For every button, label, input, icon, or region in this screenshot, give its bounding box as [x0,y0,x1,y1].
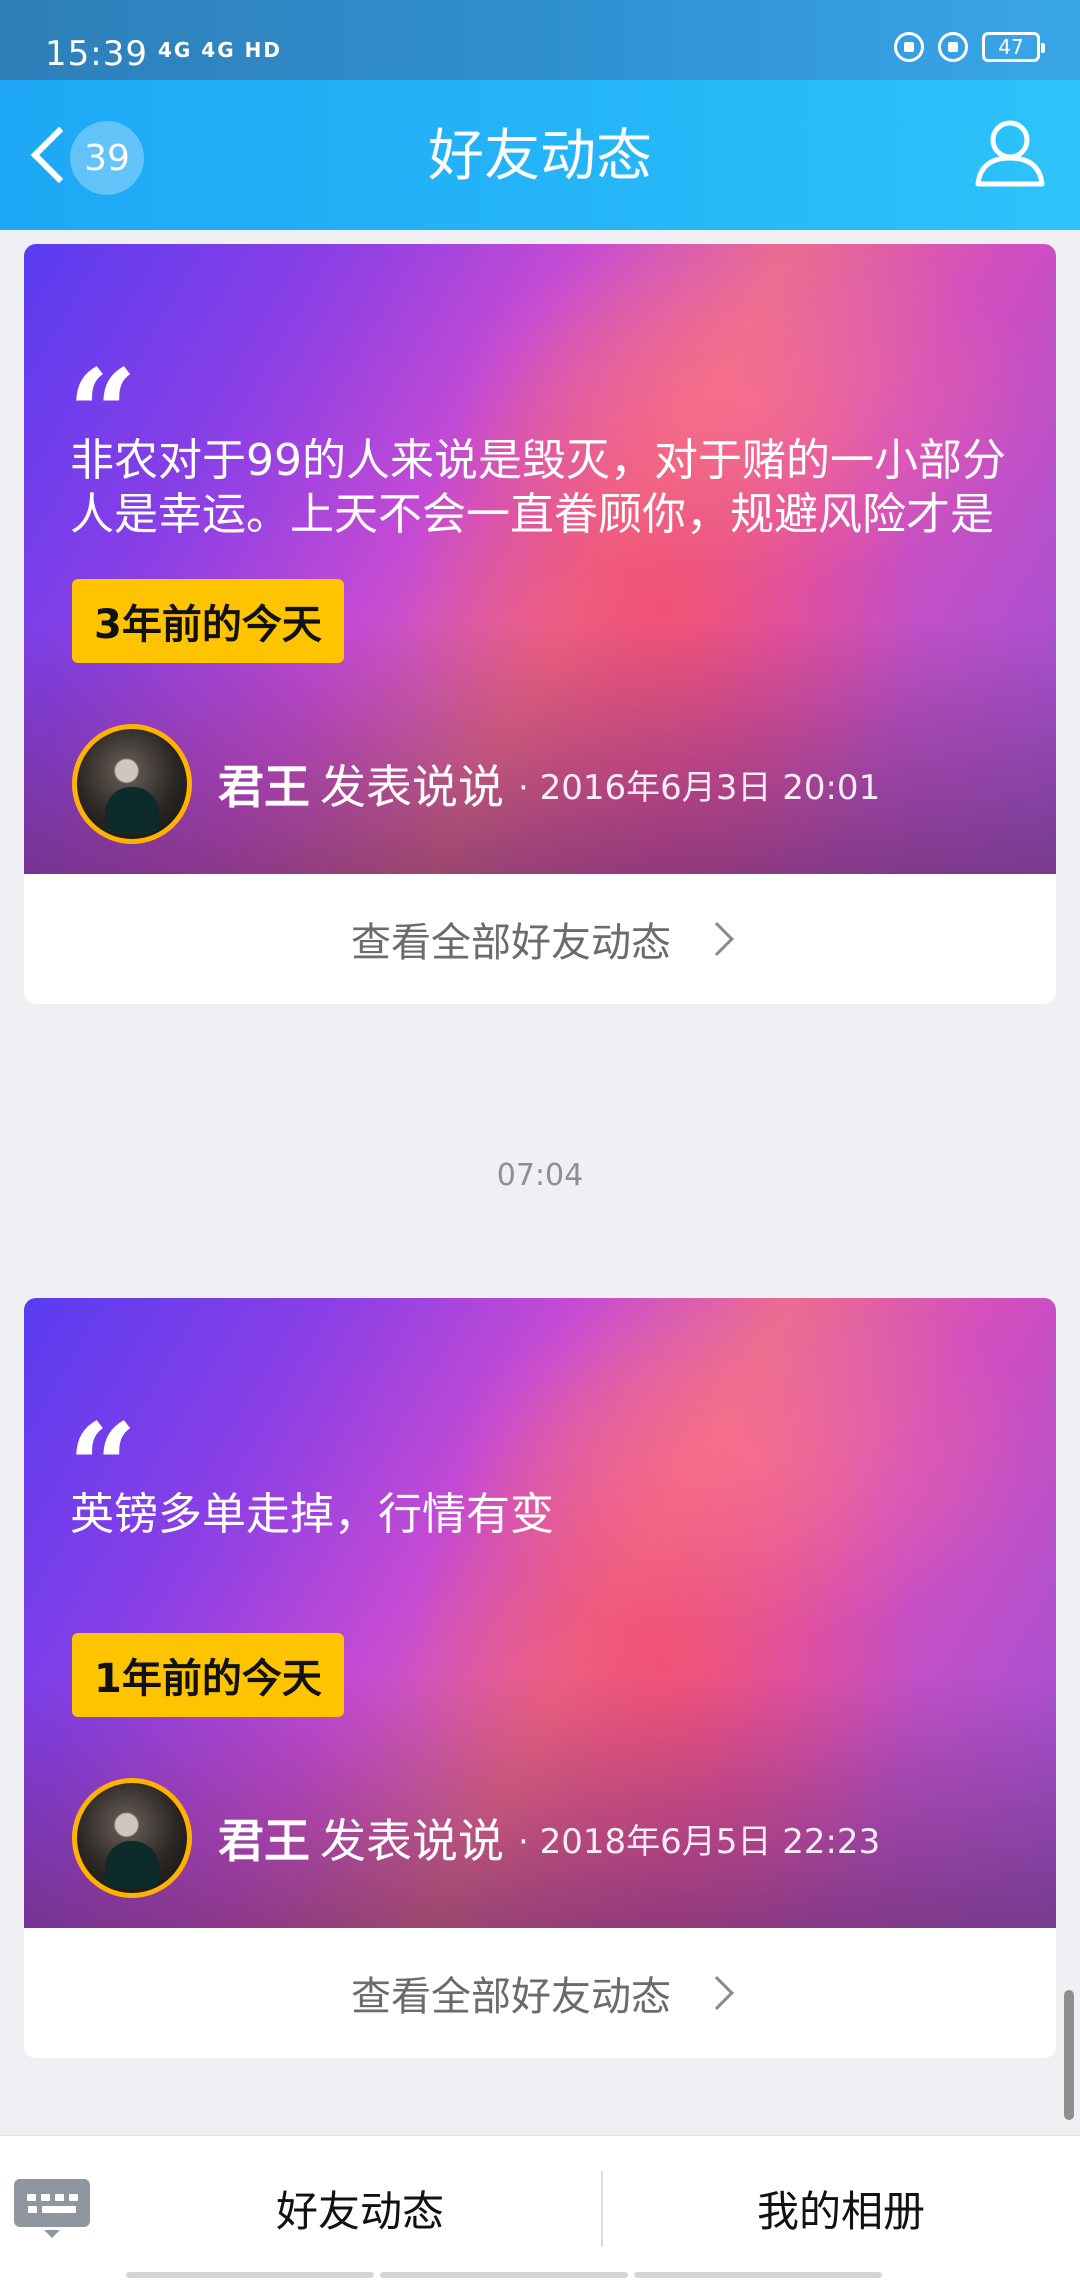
page-title: 好友动态 [428,124,652,189]
author-row: 君王 发表说说 · 2016年6月3日 20:01 [72,722,880,846]
view-all-friends-feed-link[interactable]: 查看全部好友动态 [24,874,1056,1004]
lock-rotation-icon [894,32,924,62]
time-separator: 07:04 [496,1158,584,1193]
chevron-right-icon [700,922,734,956]
author-name[interactable]: 君王 [218,751,310,817]
battery-icon: 47 [982,32,1045,62]
anniversary-badge: 3年前的今天 [72,579,344,663]
network-indicator: 4G 4G HD [158,38,282,62]
view-all-label: 查看全部好友动态 [351,920,671,966]
tab-my-album[interactable]: 我的相册 [602,2136,1080,2280]
alarm-icon [938,32,968,62]
author-row: 君王 发表说说 · 2018年6月5日 22:23 [72,1776,880,1900]
avatar[interactable] [72,724,192,844]
memory-card: “ 非农对于99的人来说是毁灭，对于赌的一小部分人是幸运。上天不会一直眷顾你，规… [24,244,1056,1004]
status-time: 15:39 [45,34,148,74]
home-indicator [126,2272,882,2278]
avatar[interactable] [72,1778,192,1898]
status-bar: 15:39 4G 4G HD 47 [0,0,1080,80]
post-action: 发表说说 [320,1814,504,1868]
post-text[interactable]: 非农对于99的人来说是毁灭，对于赌的一小部分人是幸运。上天不会一直眷顾你，规避风… [70,434,1020,564]
post-timestamp: · 2018年6月5日 22:23 [518,1821,881,1862]
author-name[interactable]: 君王 [218,1805,310,1871]
profile-icon[interactable] [970,112,1050,192]
status-icons: 47 [894,32,1045,62]
bottom-bar: 好友动态 我的相册 [0,2135,1080,2280]
view-all-friends-feed-link[interactable]: 查看全部好友动态 [24,1928,1056,2058]
post-text[interactable]: 英镑多单走掉，行情有变 [70,1488,1020,1618]
tab-friends-feed[interactable]: 好友动态 [120,2136,600,2280]
anniversary-badge: 1年前的今天 [72,1633,344,1717]
post-timestamp: · 2016年6月3日 20:01 [518,767,881,808]
chevron-right-icon [700,1976,734,2010]
keyboard-icon[interactable] [14,2179,90,2227]
memory-card: “ 英镑多单走掉，行情有变 1年前的今天 君王 发表说说 · 2018年6月5日… [24,1298,1056,2058]
caret-down-icon [44,2230,60,2238]
post-action: 发表说说 [320,760,504,814]
scrollbar[interactable] [1064,1990,1074,2120]
app-header: 39 好友动态 [0,80,1080,230]
view-all-label: 查看全部好友动态 [351,1974,671,2020]
